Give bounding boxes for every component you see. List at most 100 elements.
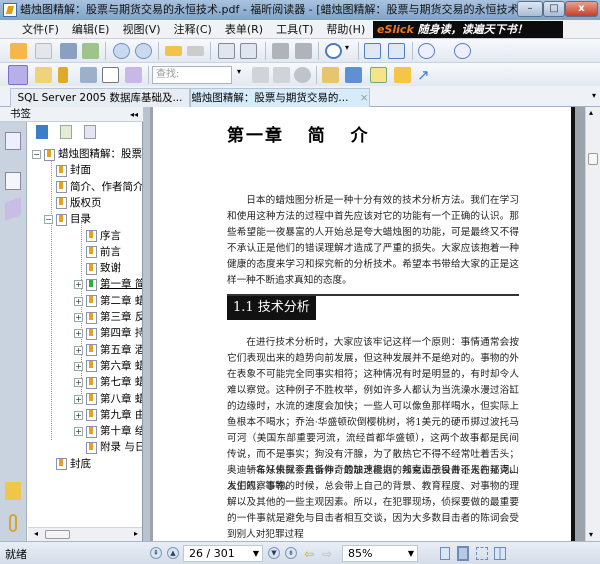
highlight-icon[interactable]	[322, 67, 339, 83]
expand-icon[interactable]: +	[74, 378, 83, 388]
bookmark-item[interactable]: + 第十章 结论	[74, 424, 142, 439]
expand-icon[interactable]: +	[74, 361, 83, 371]
previous-page-icon[interactable]	[113, 43, 130, 59]
bookmark-item[interactable]: 序言	[86, 229, 121, 244]
snapshot-icon[interactable]	[125, 67, 142, 83]
advanced-search-icon[interactable]	[294, 67, 311, 83]
bookmark-item[interactable]: 封底	[56, 457, 91, 472]
next-page-button[interactable]: ▼	[268, 547, 280, 559]
menu-tools[interactable]: 工具(T)	[276, 21, 313, 37]
typewriter-icon[interactable]	[102, 67, 119, 83]
document-vertical-scrollbar[interactable]: ▴ ▾	[585, 107, 600, 541]
search-input[interactable]: 查找:	[152, 66, 232, 84]
next-page-icon[interactable]	[135, 43, 152, 59]
bookmark-item[interactable]: + 第六章 蜡烛图	[74, 359, 142, 374]
zoom-in-plus-icon[interactable]	[454, 43, 471, 59]
bookmark-item[interactable]: 附录 与日本	[86, 440, 142, 455]
panel-splitter[interactable]	[143, 107, 150, 541]
zoom-dropdown-icon[interactable]: ▾	[345, 43, 353, 59]
zoom-in-icon[interactable]	[325, 43, 342, 59]
scroll-thumb[interactable]	[45, 530, 70, 539]
scroll-thumb[interactable]	[588, 153, 598, 165]
bookmark-item[interactable]: + 第三章 反转形态	[74, 310, 142, 325]
textbox-icon[interactable]	[370, 67, 387, 83]
menu-edit[interactable]: 编辑(E)	[72, 21, 110, 37]
minimize-button[interactable]: –	[517, 1, 543, 17]
zoom-out-icon[interactable]	[418, 43, 435, 59]
tab-sql-server[interactable]: SQL Server 2005 数据库基础及...	[10, 88, 190, 107]
collapse-icon[interactable]: −	[44, 215, 53, 225]
expand-icon[interactable]: +	[74, 329, 83, 339]
add-bookmark-icon[interactable]	[60, 125, 72, 139]
expand-icon[interactable]: +	[74, 427, 83, 437]
expand-icon[interactable]: +	[74, 394, 83, 404]
first-page-button[interactable]: ⇞	[150, 547, 162, 559]
back-nav-icon[interactable]: ⇦	[304, 547, 314, 561]
find-icon[interactable]	[80, 67, 97, 83]
collapse-panel-icon[interactable]: ◂◂	[130, 107, 138, 122]
bookmark-item[interactable]: + 第九章 由蜡烛图	[74, 408, 142, 423]
forward-nav-icon[interactable]: ⇨	[322, 547, 332, 561]
select-text-icon[interactable]	[35, 67, 52, 83]
undo-icon[interactable]	[272, 43, 289, 59]
expand-icon[interactable]: +	[74, 410, 83, 420]
bookmark-item[interactable]: + 第七章 蜡烛图	[74, 375, 142, 390]
bookmark-item[interactable]: 版权页	[56, 196, 102, 211]
expand-icon[interactable]: +	[74, 296, 83, 306]
bookmark-item[interactable]: 封面	[56, 163, 91, 178]
expand-icon[interactable]: +	[74, 313, 83, 322]
tab-close-icon[interactable]: ×	[360, 92, 369, 104]
open-icon[interactable]	[10, 43, 27, 59]
last-page-button[interactable]: ⇟	[285, 547, 297, 559]
pages-tab-icon[interactable]	[5, 172, 21, 190]
search-dropdown-icon[interactable]: ▾	[237, 67, 245, 83]
zoom-field[interactable]: 85% ▼	[342, 545, 418, 562]
note-edit-icon[interactable]	[345, 67, 362, 83]
extract-page-icon[interactable]	[218, 43, 235, 59]
menu-help[interactable]: 帮助(H)	[326, 21, 365, 37]
single-page-icon[interactable]	[440, 547, 450, 560]
bookmark-item[interactable]: + 第一章 简介	[74, 277, 142, 292]
layers-tab-icon[interactable]	[5, 197, 21, 221]
forward-icon[interactable]	[187, 46, 204, 56]
print-icon[interactable]	[60, 43, 77, 59]
continuous-facing-icon[interactable]	[494, 547, 506, 560]
tab-candlestick[interactable]: 蜡烛图精解：股票与期货交易的... ×	[190, 88, 370, 107]
bookmark-item[interactable]: + 第五章 酒田战法	[74, 343, 142, 358]
save-icon[interactable]	[35, 43, 52, 59]
back-icon[interactable]	[165, 46, 182, 56]
bookmarks-tab-icon[interactable]	[5, 132, 21, 150]
bookmark-item[interactable]: 简介、作者简介	[56, 180, 142, 195]
bookmark-item[interactable]: + 第四章 持续形态	[74, 326, 142, 341]
tab-list-dropdown-icon[interactable]: ▾	[592, 91, 596, 100]
expand-icon[interactable]: +	[74, 280, 83, 290]
email-icon[interactable]	[82, 43, 99, 59]
maximize-button[interactable]: □	[543, 1, 565, 17]
eslick-banner[interactable]: eSlick 随身读，读遍天下书！	[373, 21, 563, 38]
select-arrow-icon[interactable]	[58, 67, 68, 83]
bookmark-item[interactable]: − 目录	[44, 212, 91, 227]
expand-icon[interactable]: +	[74, 345, 83, 355]
bookmark-item[interactable]: + 第二章 蜡烛图	[74, 294, 142, 309]
arrow-tool-icon[interactable]: ↗	[417, 67, 434, 83]
collapse-icon[interactable]: −	[32, 150, 41, 159]
menu-comment[interactable]: 注释(C)	[174, 21, 212, 37]
bookmark-item[interactable]: − 蜡烛图精解：股票与期货交易的永恒技术	[32, 147, 142, 162]
bookmarks-horizontal-scrollbar[interactable]: ◂ ▸	[28, 527, 142, 541]
menu-view[interactable]: 视图(V)	[122, 21, 160, 37]
bookmark-item[interactable]: + 第八章 蜡烛图	[74, 392, 142, 407]
delete-bookmark-icon[interactable]	[36, 125, 48, 139]
page-number-field[interactable]: 26 / 301 ▼	[183, 545, 263, 562]
close-button[interactable]: x	[565, 1, 598, 17]
comment-icon[interactable]	[394, 67, 411, 83]
attachments-tab-icon[interactable]	[9, 514, 17, 532]
find-previous-icon[interactable]	[252, 67, 269, 83]
bookmark-item[interactable]: 前言	[86, 245, 121, 260]
bookmark-properties-icon[interactable]	[84, 125, 96, 139]
menu-file[interactable]: 文件(F)	[22, 21, 59, 37]
fit-page-icon[interactable]	[364, 43, 381, 59]
bookmark-item[interactable]: 致谢	[86, 261, 121, 276]
comments-tab-icon[interactable]	[5, 482, 21, 500]
facing-pages-icon[interactable]	[476, 547, 488, 560]
insert-page-icon[interactable]	[240, 43, 257, 59]
